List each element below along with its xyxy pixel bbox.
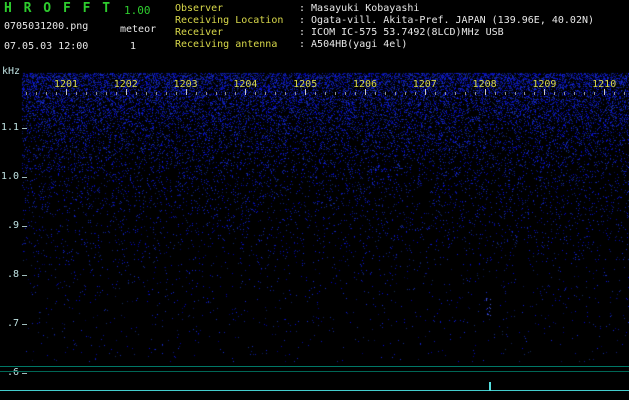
x-subtick — [524, 92, 526, 95]
x-minute-tick — [66, 89, 67, 95]
x-subtick — [414, 92, 416, 95]
info-value: : Ogata-vill. Akita-Pref. JAPAN (139.96E… — [299, 15, 595, 26]
x-subtick — [335, 92, 337, 95]
x-subtick — [36, 92, 38, 95]
x-subtick — [225, 92, 227, 95]
x-subtick — [56, 92, 58, 95]
x-minute-tick — [604, 89, 606, 95]
datetime-label: 07.05.03 12:00 — [4, 41, 89, 52]
info-label: Observer — [175, 3, 224, 14]
x-subtick — [285, 92, 287, 95]
x-minute-tick — [484, 89, 486, 95]
app-title: H R O F F T — [4, 1, 113, 16]
y-tick-label: .9 — [6, 220, 19, 231]
info-row: Receiver : ICOM IC-575 53.7492(8LCD)MHz U… — [175, 27, 594, 39]
info-label: Receiving antenna — [175, 39, 278, 50]
info-label: Receiver — [175, 27, 224, 38]
info-row: Receiving antenna : A504HB(yagi 4el) — [175, 39, 594, 51]
x-subtick — [85, 92, 87, 95]
x-subtick — [494, 92, 496, 95]
x-subtick — [355, 92, 357, 95]
x-subtick — [175, 92, 177, 95]
y-tick-mark — [22, 177, 27, 178]
x-minute-tick — [365, 89, 366, 95]
x-subtick — [464, 92, 466, 95]
x-subtick — [265, 92, 267, 95]
info-value: : ICOM IC-575 53.7492(8LCD)MHz USB — [299, 27, 504, 38]
x-minute-tick — [185, 89, 187, 95]
info-value: : A504HB(yagi 4el) — [299, 39, 408, 50]
echo-count: 1 — [130, 41, 137, 52]
y-axis-unit: kHz — [2, 66, 21, 77]
meter-lower-line — [0, 371, 629, 372]
x-subtick — [584, 92, 586, 95]
x-subtick — [75, 92, 77, 95]
y-tick-label: .8 — [6, 269, 19, 280]
x-subtick — [135, 92, 137, 95]
meter-baseline — [0, 390, 629, 391]
x-subtick — [404, 92, 406, 95]
x-subtick — [195, 92, 197, 95]
x-subtick — [614, 92, 616, 95]
y-tick-mark — [22, 324, 27, 325]
y-tick-mark — [22, 275, 27, 276]
info-row: Observer : Masayuki Kobayashi — [175, 3, 594, 15]
y-tick-label: .6 — [6, 367, 19, 378]
x-subtick — [574, 92, 576, 95]
x-subtick — [594, 92, 596, 95]
x-subtick — [564, 92, 566, 95]
x-subtick — [394, 92, 396, 95]
hrofft-screen: H R O F F T 1.00 0705031200.png meteor 0… — [0, 0, 629, 400]
info-block: Observer: Masayuki Kobayashi Receiving Lo… — [175, 3, 594, 51]
mode-label: meteor — [120, 24, 157, 35]
x-subtick — [235, 92, 237, 95]
spectrogram-canvas — [0, 0, 629, 400]
x-subtick — [275, 92, 277, 95]
y-tick-mark — [22, 226, 27, 227]
y-tick-mark — [22, 373, 27, 374]
x-subtick — [145, 92, 147, 95]
y-tick-label: 1.0 — [1, 171, 20, 182]
x-subtick — [255, 92, 257, 95]
meter-upper-line — [0, 366, 629, 367]
info-value: : Masayuki Kobayashi — [299, 3, 420, 14]
x-subtick — [46, 92, 48, 95]
x-subtick — [554, 92, 556, 95]
x-subtick — [345, 92, 347, 95]
x-minute-tick — [424, 89, 426, 95]
x-minute-tick — [305, 89, 307, 95]
x-subtick — [534, 92, 536, 95]
x-subtick — [374, 92, 376, 95]
info-row: Receiving Location : Ogata-vill. Akita-Pr… — [175, 15, 594, 27]
x-subtick — [165, 92, 167, 95]
x-minute-tick — [245, 89, 247, 95]
x-subtick — [454, 92, 456, 95]
x-subtick — [444, 92, 446, 95]
x-subtick — [95, 92, 97, 95]
meter-event-tick — [489, 382, 491, 391]
x-subtick — [384, 92, 386, 95]
x-subtick — [155, 92, 157, 95]
x-subtick — [205, 92, 207, 95]
y-tick-label: 1.1 — [1, 122, 20, 133]
x-subtick — [325, 92, 327, 95]
x-subtick — [115, 92, 117, 95]
y-tick-label: .7 — [6, 318, 19, 329]
x-minute-tick — [544, 89, 546, 95]
app-version: 1.00 — [124, 4, 151, 17]
x-subtick — [215, 92, 217, 95]
x-subtick — [624, 92, 626, 95]
x-subtick — [474, 92, 476, 95]
info-label: Receiving Location — [175, 15, 284, 26]
output-filename: 0705031200.png — [4, 21, 89, 32]
x-subtick — [514, 92, 516, 95]
x-subtick — [315, 92, 317, 95]
x-subtick — [295, 92, 297, 95]
x-subtick — [105, 92, 107, 95]
x-subtick — [504, 92, 506, 95]
y-tick-mark — [22, 128, 27, 129]
x-subtick — [26, 92, 28, 95]
x-subtick — [434, 92, 436, 95]
x-minute-tick — [125, 89, 127, 95]
